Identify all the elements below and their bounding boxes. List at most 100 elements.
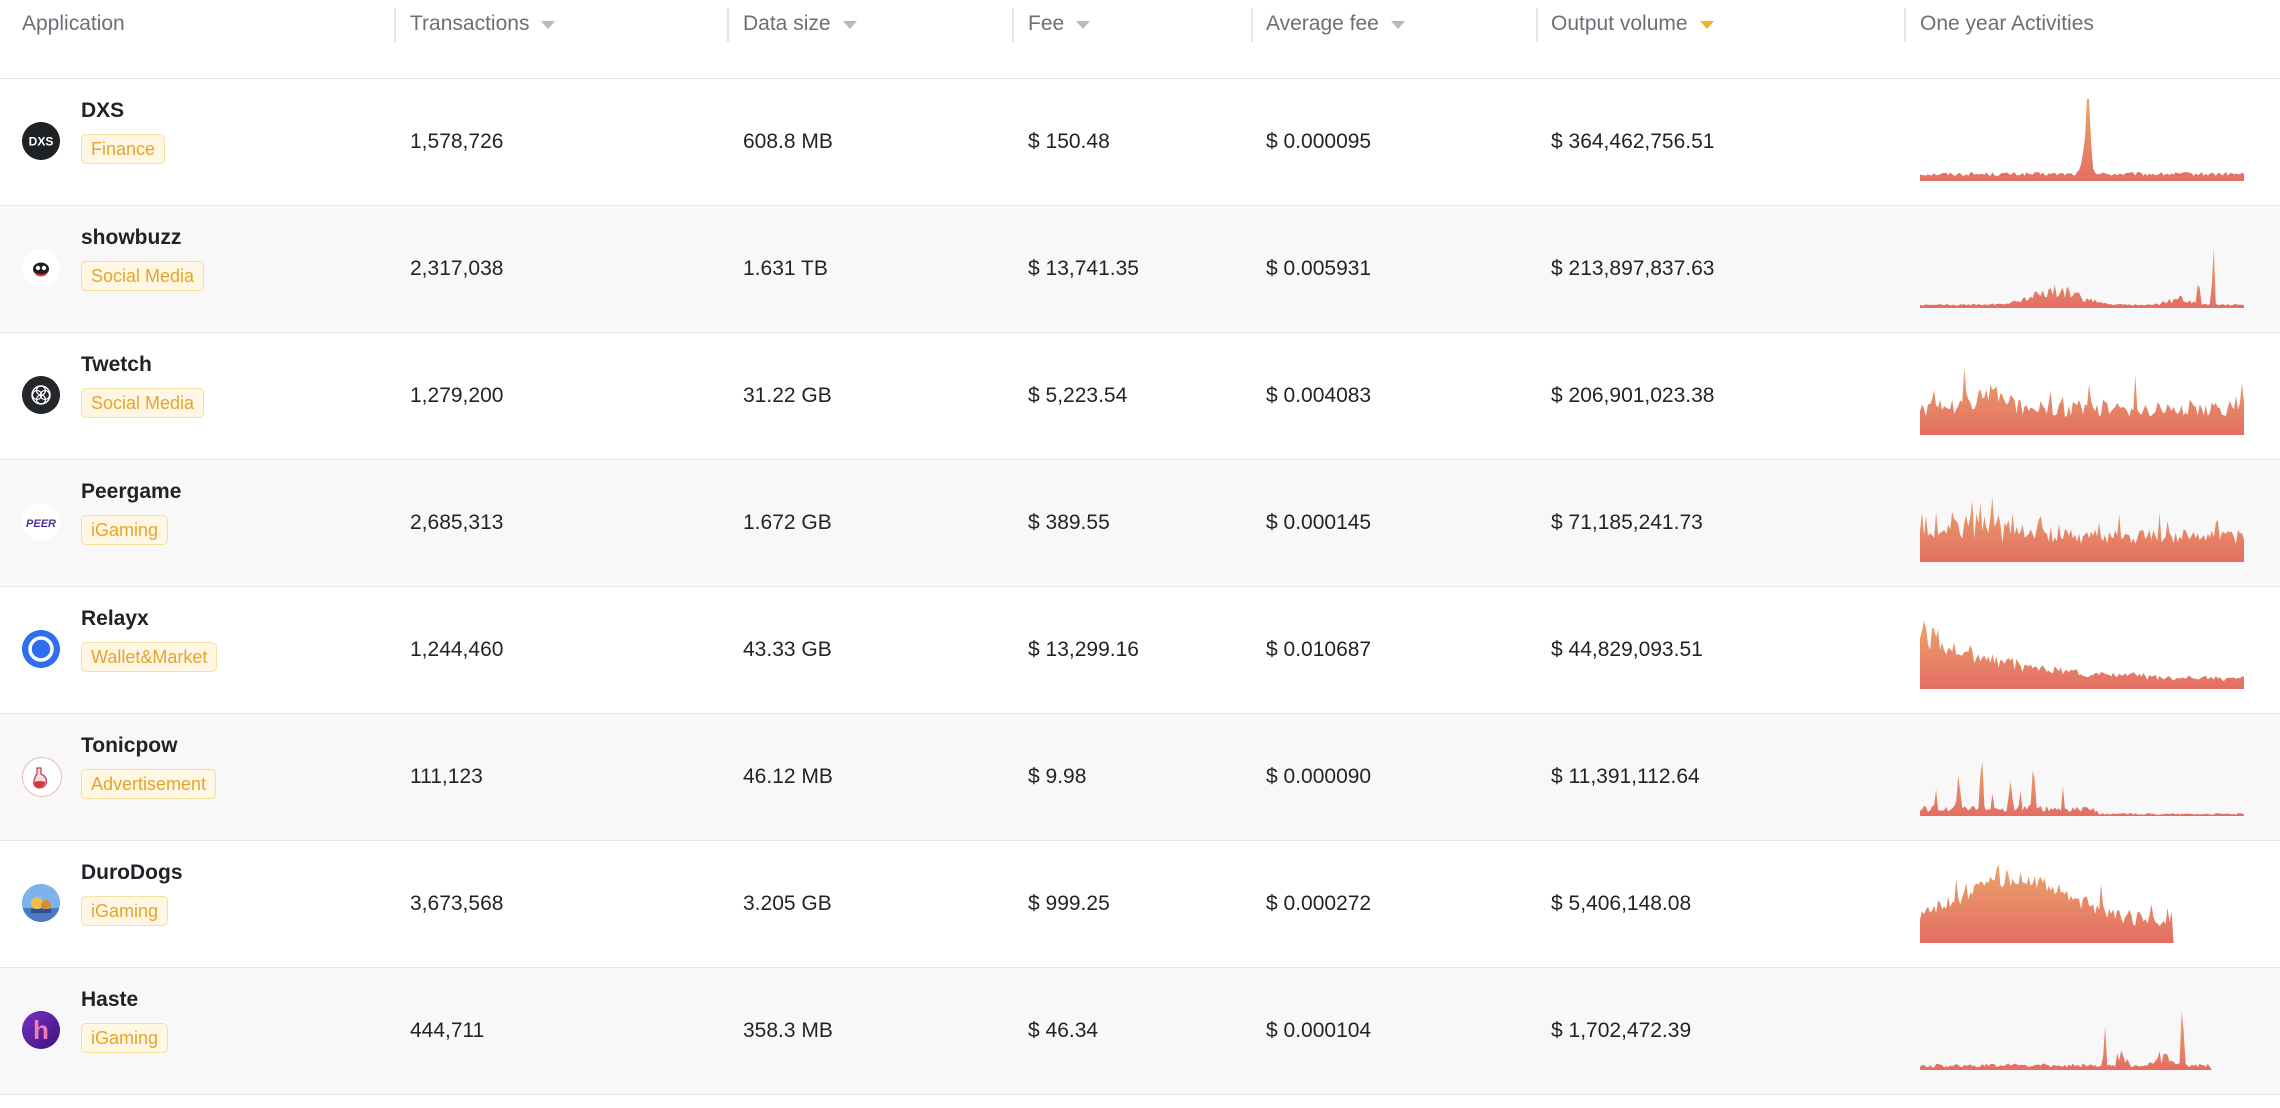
category-tag[interactable]: iGaming: [81, 515, 169, 545]
app-name[interactable]: Twetch: [81, 353, 152, 377]
data-size-value: 31.22 GB: [743, 384, 832, 407]
average-fee-value: $ 0.004083: [1266, 384, 1372, 407]
sparkline-area: [1920, 1010, 2244, 1070]
svg-text:h: h: [33, 1015, 49, 1045]
col-average-fee[interactable]: Average fee: [1266, 0, 1405, 48]
transactions-value: 111,123: [410, 765, 483, 788]
col-application-label: Application: [22, 12, 125, 35]
data-size-value: 1.672 GB: [743, 511, 832, 534]
average-fee-value: $ 0.000272: [1266, 892, 1372, 915]
col-output-volume-label: Output volume: [1551, 12, 1688, 35]
activity-sparkline: [1920, 1010, 2244, 1070]
table-header: Application Transactions Data size Fee A…: [0, 0, 2280, 79]
column-divider[interactable]: [727, 8, 729, 42]
sparkline-area: [1920, 247, 2244, 308]
output-volume-value: $ 1,702,472.39: [1551, 1019, 1692, 1042]
average-fee-value: $ 0.000104: [1266, 1019, 1372, 1042]
fee-value: $ 9.98: [1028, 765, 1087, 788]
sort-caret-icon[interactable]: [541, 21, 556, 29]
durodogs-logo-icon: [22, 884, 60, 922]
transactions-value: 1,279,200: [410, 384, 504, 407]
col-fee-label: Fee: [1028, 12, 1065, 35]
table-row[interactable]: PEER Peergame iGaming 2,685,313 1.672 GB…: [0, 460, 2280, 587]
activity-sparkline: [1920, 247, 2244, 308]
haste-logo-icon: h: [22, 1011, 60, 1049]
peergame-logo-icon: PEER: [22, 503, 60, 541]
transactions-value: 2,685,313: [410, 511, 504, 534]
category-tag[interactable]: Social Media: [81, 388, 205, 418]
table-row[interactable]: DuroDogs iGaming 3,673,568 3.205 GB $ 99…: [0, 841, 2280, 968]
sparkline-area: [1920, 99, 2244, 181]
fee-value: $ 46.34: [1028, 1019, 1099, 1042]
col-fee[interactable]: Fee: [1028, 0, 1091, 48]
fee-value: $ 150.48: [1028, 130, 1110, 153]
col-data-size-label: Data size: [743, 12, 831, 35]
category-tag[interactable]: iGaming: [81, 1023, 169, 1053]
column-divider[interactable]: [1904, 8, 1906, 42]
category-tag[interactable]: Social Media: [81, 261, 205, 291]
app-name[interactable]: Relayx: [81, 607, 149, 631]
output-volume-value: $ 213,897,837.63: [1551, 257, 1715, 280]
app-name[interactable]: Tonicpow: [81, 734, 177, 758]
applications-table: Application Transactions Data size Fee A…: [0, 0, 2280, 1095]
table-row[interactable]: h Haste iGaming 444,711 358.3 MB $ 46.34…: [0, 968, 2280, 1095]
transactions-value: 444,711: [410, 1019, 485, 1042]
data-size-value: 43.33 GB: [743, 638, 832, 661]
sparkline-area: [1920, 367, 2244, 435]
table-row[interactable]: Relayx Wallet&Market 1,244,460 43.33 GB …: [0, 587, 2280, 714]
output-volume-value: $ 44,829,093.51: [1551, 638, 1703, 661]
table-row[interactable]: DXS DXS Finance 1,578,726 608.8 MB $ 150…: [0, 79, 2280, 206]
col-average-fee-label: Average fee: [1266, 12, 1379, 35]
col-one-year-activities: One year Activities: [1920, 0, 2094, 48]
sort-caret-icon[interactable]: [1076, 21, 1091, 29]
app-name[interactable]: DXS: [81, 99, 124, 123]
category-tag[interactable]: Wallet&Market: [81, 642, 218, 672]
transactions-value: 1,578,726: [410, 130, 504, 153]
showbuzz-logo-icon: [22, 249, 60, 287]
sparkline-area: [1920, 620, 2244, 689]
app-name[interactable]: Haste: [81, 988, 138, 1012]
average-fee-value: $ 0.000095: [1266, 130, 1372, 153]
column-divider[interactable]: [1012, 8, 1014, 42]
table-row[interactable]: showbuzz Social Media 2,317,038 1.631 TB…: [0, 206, 2280, 333]
data-size-value: 1.631 TB: [743, 257, 828, 280]
col-one-year-activities-label: One year Activities: [1920, 12, 2094, 35]
column-divider[interactable]: [1536, 8, 1538, 42]
fee-value: $ 13,741.35: [1028, 257, 1139, 280]
col-application: Application: [22, 0, 125, 48]
app-name[interactable]: showbuzz: [81, 226, 181, 250]
sort-caret-icon[interactable]: [1390, 21, 1405, 29]
table-row[interactable]: Tonicpow Advertisement 111,123 46.12 MB …: [0, 714, 2280, 841]
activity-sparkline: [1920, 496, 2244, 562]
table-row[interactable]: Twetch Social Media 1,279,200 31.22 GB $…: [0, 333, 2280, 460]
sort-caret-active-icon[interactable]: [1699, 21, 1714, 29]
col-data-size[interactable]: Data size: [743, 0, 857, 48]
output-volume-value: $ 11,391,112.64: [1551, 765, 1700, 788]
app-name[interactable]: Peergame: [81, 480, 181, 504]
category-tag[interactable]: Finance: [81, 134, 166, 164]
average-fee-value: $ 0.000090: [1266, 765, 1372, 788]
average-fee-value: $ 0.005931: [1266, 257, 1372, 280]
sparkline-area: [1920, 496, 2244, 562]
column-divider[interactable]: [1251, 8, 1253, 42]
table-body: DXS DXS Finance 1,578,726 608.8 MB $ 150…: [0, 79, 2280, 1095]
output-volume-value: $ 71,185,241.73: [1551, 511, 1703, 534]
activity-sparkline: [1920, 761, 2244, 816]
col-transactions[interactable]: Transactions: [410, 0, 556, 48]
col-output-volume[interactable]: Output volume: [1551, 0, 1714, 48]
activity-sparkline: [1920, 99, 2244, 181]
twetch-logo-icon: [22, 376, 60, 414]
fee-value: $ 999.25: [1028, 892, 1110, 915]
category-tag[interactable]: Advertisement: [81, 769, 217, 799]
svg-text:PEER: PEER: [26, 518, 56, 530]
sort-caret-icon[interactable]: [842, 21, 857, 29]
column-divider[interactable]: [394, 8, 396, 42]
activity-sparkline: [1920, 620, 2244, 689]
sparkline-area: [1920, 761, 2244, 816]
app-name[interactable]: DuroDogs: [81, 861, 183, 885]
activity-sparkline: [1920, 367, 2244, 435]
relayx-logo-icon: [22, 630, 60, 668]
category-tag[interactable]: iGaming: [81, 896, 169, 926]
activity-sparkline: [1920, 864, 2244, 943]
average-fee-value: $ 0.000145: [1266, 511, 1372, 534]
